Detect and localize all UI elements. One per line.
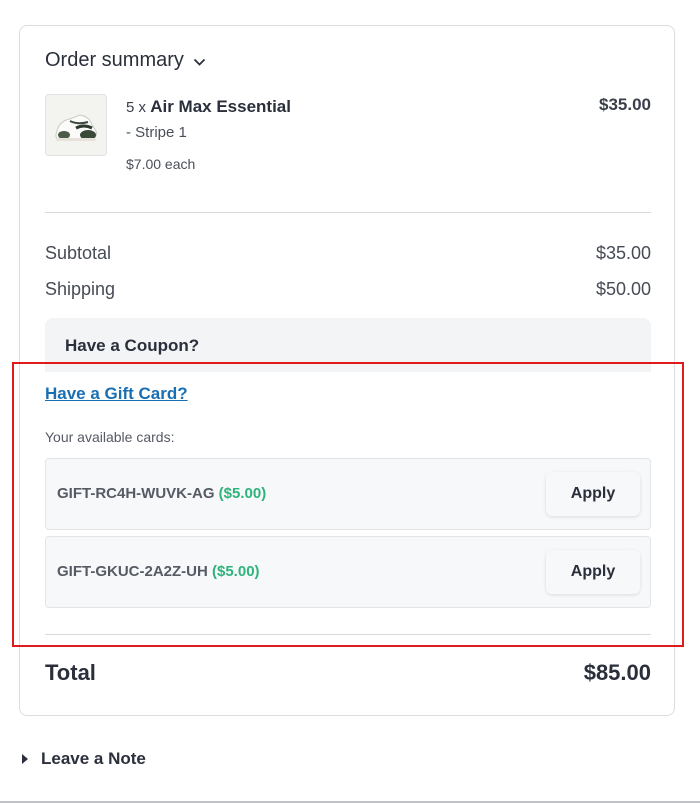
checkout-page: Order summary 5 x Air Max Essential - St… (0, 0, 700, 803)
order-summary-toggle[interactable]: Order summary (45, 49, 206, 72)
available-cards-label: Your available cards: (45, 429, 175, 445)
caret-right-icon (22, 754, 28, 764)
shipping-value: $50.00 (595, 279, 651, 299)
product-unit-price: $7.00 each (126, 156, 196, 172)
divider (45, 634, 651, 635)
gift-card-text: GIFT-GKUC-2A2Z-UH ($5.00) (57, 563, 260, 580)
coupon-toggle[interactable]: Have a Coupon? (45, 318, 651, 372)
total-label: Total (45, 660, 96, 685)
shipping-label: Shipping (45, 279, 116, 299)
apply-gift-card-button[interactable]: Apply (546, 472, 640, 516)
leave-note-label: Leave a Note (41, 749, 146, 768)
product-variant: - Stripe 1 (126, 124, 187, 141)
gift-card-code: GIFT-GKUC-2A2Z-UH (57, 563, 208, 580)
sneaker-image-icon (46, 95, 106, 155)
gift-card-link[interactable]: Have a Gift Card? (45, 384, 188, 404)
subtotal-value: $35.00 (595, 243, 651, 263)
gift-card-item: GIFT-RC4H-WUVK-AG ($5.00) Apply (45, 458, 651, 530)
divider (45, 212, 651, 213)
product-line-total: $35.00 (599, 95, 651, 114)
gift-card-code: GIFT-RC4H-WUVK-AG (57, 485, 215, 502)
leave-note-toggle[interactable]: Leave a Note (22, 749, 146, 769)
product-name: Air Max Essential (150, 97, 291, 116)
coupon-label: Have a Coupon? (65, 336, 200, 355)
product-thumbnail (45, 94, 107, 156)
gift-card-text: GIFT-RC4H-WUVK-AG ($5.00) (57, 485, 266, 502)
total-value: $85.00 (583, 660, 651, 685)
product-title-line: 5 x Air Max Essential (126, 97, 291, 117)
gift-card-amount: ($5.00) (212, 563, 260, 580)
chevron-down-icon (193, 58, 206, 66)
apply-gift-card-button[interactable]: Apply (546, 550, 640, 594)
gift-card-amount: ($5.00) (218, 485, 267, 502)
product-quantity: 5 x (126, 99, 147, 116)
gift-card-item: GIFT-GKUC-2A2Z-UH ($5.00) Apply (45, 536, 651, 608)
order-summary-title: Order summary (45, 49, 184, 71)
subtotal-label: Subtotal (45, 243, 112, 263)
